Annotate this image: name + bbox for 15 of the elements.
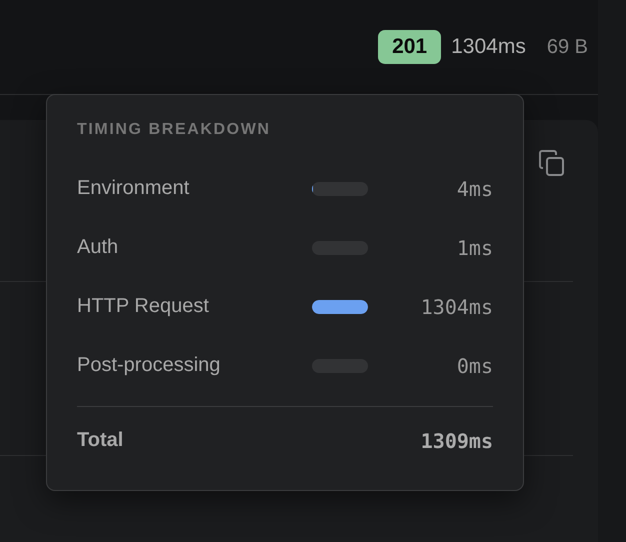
phase-duration: 1304ms bbox=[420, 294, 493, 318]
phase-duration: 4ms bbox=[456, 176, 493, 200]
phase-duration: 0ms bbox=[456, 354, 493, 378]
copy-icon[interactable] bbox=[538, 149, 566, 177]
phase-label: Auth bbox=[77, 236, 120, 259]
total-label: Total bbox=[77, 429, 124, 452]
total-duration: 1309ms bbox=[420, 428, 493, 452]
phase-label: Post-processing bbox=[77, 354, 222, 377]
phase-label: Environment bbox=[77, 177, 190, 200]
phase-duration: 1ms bbox=[456, 236, 493, 260]
response-size: 69 B bbox=[546, 36, 588, 58]
response-time: 1304ms bbox=[451, 35, 526, 59]
status-badge: 201 bbox=[378, 30, 442, 64]
popover-title: TIMING BREAKDOWN bbox=[77, 121, 272, 139]
phase-label: HTTP Request bbox=[77, 295, 210, 318]
